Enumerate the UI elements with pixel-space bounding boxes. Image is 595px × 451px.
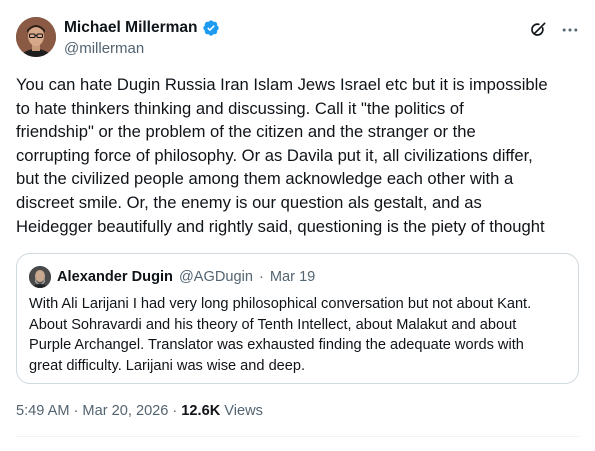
tweet: Michael Millerman @millerman You can hat… — [0, 0, 595, 451]
more-options-icon[interactable] — [559, 19, 581, 41]
quoted-author-name[interactable]: Alexander Dugin — [57, 269, 173, 285]
author-name[interactable]: Michael Millerman — [64, 19, 198, 37]
quoted-tweet[interactable]: Alexander Dugin @AGDugin · Mar 19 With A… — [16, 253, 579, 384]
quoted-tweet-text-content: With Ali Larijani I had very long philos… — [29, 296, 532, 374]
tweet-meta: 5:49 AM · Mar 20, 2026 · 12.6K Views — [16, 403, 263, 419]
grok-icon[interactable] — [527, 19, 549, 41]
quoted-author-avatar[interactable] — [29, 266, 51, 288]
quoted-tweet-date[interactable]: Mar 19 — [270, 269, 315, 285]
header-actions — [527, 19, 581, 41]
tweet-date[interactable]: Mar 20, 2026 — [82, 403, 168, 419]
views-label: Views — [224, 403, 263, 419]
verified-badge-icon[interactable] — [202, 19, 220, 37]
meta-separator: · — [172, 403, 178, 419]
author-avatar[interactable] — [16, 17, 56, 57]
author-name-row: Michael Millerman — [64, 19, 220, 37]
quoted-author-handle[interactable]: @AGDugin — [179, 269, 253, 285]
tweet-time[interactable]: 5:49 AM — [16, 403, 70, 419]
divider — [16, 436, 579, 437]
quoted-tweet-header: Alexander Dugin @AGDugin · Mar 19 — [29, 266, 315, 288]
quoted-tweet-text: With Ali Larijani I had very long philos… — [29, 294, 569, 376]
author-avatar-image — [16, 17, 56, 57]
quoted-header-separator: · — [259, 269, 264, 285]
tweet-text: You can hate Dugin Russia Iran Islam Jew… — [16, 75, 548, 236]
meta-separator: · — [73, 403, 79, 419]
author-handle[interactable]: @millerman — [64, 40, 144, 57]
views-count: 12.6K — [181, 403, 221, 419]
